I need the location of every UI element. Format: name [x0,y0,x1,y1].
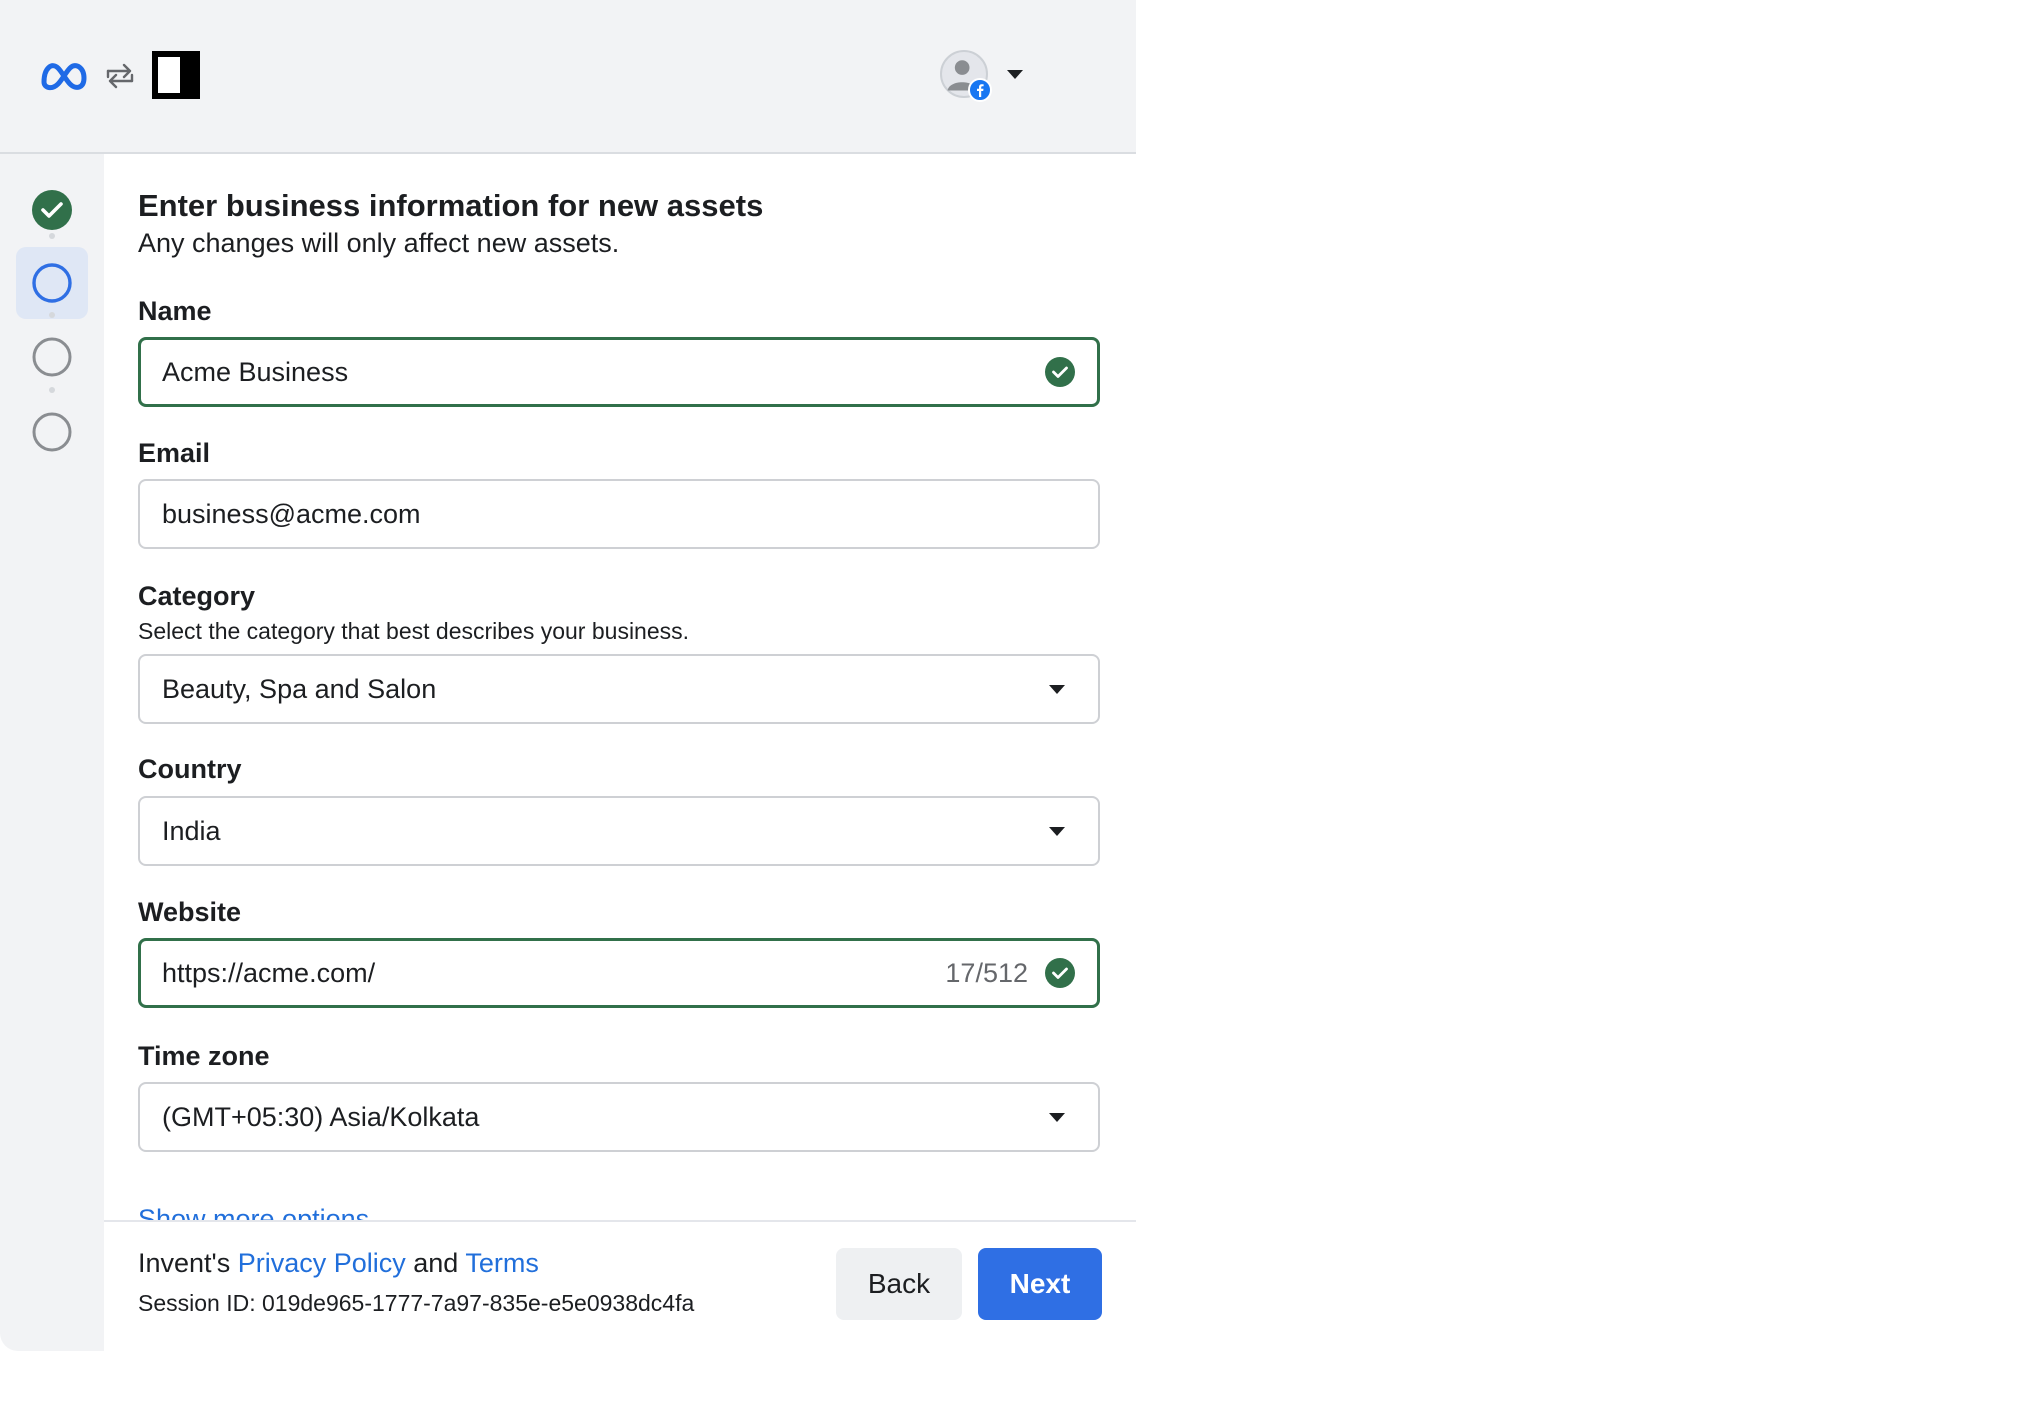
country-value[interactable]: India [162,816,1046,847]
page-subtitle: Any changes will only affect new assets. [138,228,620,258]
legal-prefix: Invent's [138,1248,238,1278]
chevron-down-icon[interactable] [1046,820,1068,842]
step-connector [49,312,55,318]
email-value[interactable]: business@acme.com [162,499,1076,530]
logo-group [38,50,200,100]
setup-dialog: Enter business information for new asset… [0,0,1136,1351]
check-circle-icon [1045,958,1075,988]
footer: Invent's Privacy Policy and Terms Sessio… [104,1220,1136,1351]
app-logo [152,51,200,99]
privacy-policy-link[interactable]: Privacy Policy [238,1248,406,1278]
facebook-badge-icon [968,78,992,102]
category-label: Category [138,581,256,611]
category-help: Select the category that best describes … [138,618,690,644]
form-content: Enter business information for new asset… [104,154,1136,1222]
email-field[interactable]: business@acme.com [138,479,1100,549]
step-3-pending[interactable] [16,321,88,393]
step-connector [49,387,55,393]
timezone-select[interactable]: (GMT+05:30) Asia/Kolkata [138,1082,1100,1152]
legal-text: Invent's Privacy Policy and Terms [138,1248,539,1279]
avatar[interactable] [940,50,992,102]
check-circle-icon [32,190,72,230]
terms-link[interactable]: Terms [465,1248,539,1278]
step-connector [49,233,55,239]
name-label: Name [138,296,212,326]
legal-and: and [405,1248,466,1278]
timezone-label: Time zone [138,1041,270,1071]
meta-logo [41,63,87,91]
header [0,0,1136,154]
timezone-value[interactable]: (GMT+05:30) Asia/Kolkata [162,1102,1046,1133]
website-value[interactable]: https://acme.com/ [162,958,945,989]
swap-arrows-icon [106,63,134,89]
chevron-down-icon[interactable] [1046,678,1068,700]
email-label: Email [138,438,211,468]
website-label: Website [138,897,242,927]
account-switcher[interactable] [940,50,1026,102]
circle-icon [32,337,72,377]
category-value[interactable]: Beauty, Spa and Salon [162,674,1046,705]
stepper [0,154,104,1351]
session-id: Session ID: 019de965-1777-7a97-835e-e5e0… [138,1290,695,1316]
chevron-down-icon[interactable] [1046,1106,1068,1128]
circle-icon [32,263,72,303]
step-4-pending[interactable] [16,396,88,468]
category-select[interactable]: Beauty, Spa and Salon [138,654,1100,724]
character-counter: 17/512 [945,957,1028,988]
country-select[interactable]: India [138,796,1100,866]
circle-icon [32,412,72,452]
page-title: Enter business information for new asset… [138,188,764,223]
chevron-down-icon[interactable] [1004,63,1026,85]
name-value[interactable]: Acme Business [162,357,1044,388]
check-circle-icon [1045,357,1075,387]
website-field[interactable]: https://acme.com/ 17/512 [138,938,1100,1008]
next-button[interactable]: Next [978,1248,1102,1320]
name-field[interactable]: Acme Business [138,337,1100,407]
back-button[interactable]: Back [836,1248,962,1320]
country-label: Country [138,754,242,784]
step-2-active[interactable] [16,247,88,319]
